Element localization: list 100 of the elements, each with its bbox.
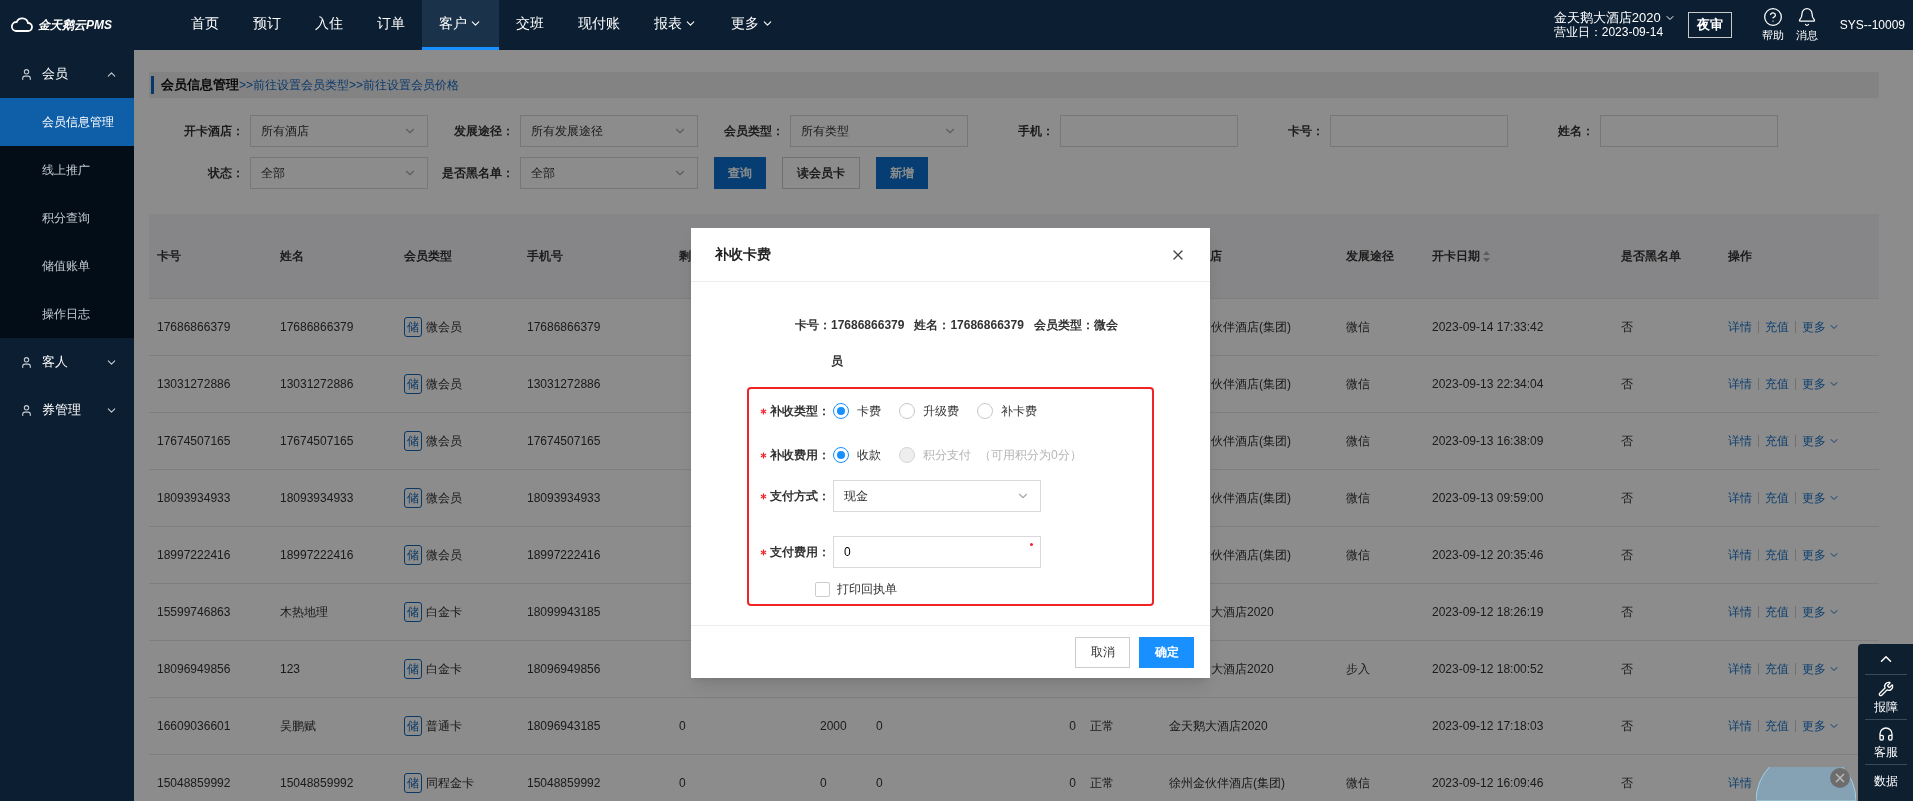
row-action-link[interactable]: 更多 — [1795, 663, 1846, 675]
checkbox[interactable] — [815, 581, 830, 597]
select-field[interactable]: 全部 — [250, 157, 428, 189]
radio-button[interactable] — [833, 447, 849, 463]
table-cell: 18093934933 — [157, 491, 231, 505]
nav-tab[interactable]: 入住 — [298, 0, 360, 50]
select-field[interactable]: 全部 — [520, 157, 698, 189]
tool-label[interactable]: 客服 — [1873, 744, 1898, 760]
select-field[interactable]: 所有类型 — [790, 115, 968, 147]
required-icon — [760, 548, 767, 556]
breadcrumb-link[interactable]: >>前往设置会员类型 — [239, 76, 349, 94]
select-field[interactable]: 所有发展途径 — [520, 115, 698, 147]
row-action-link[interactable]: 更多 — [1795, 378, 1846, 390]
breadcrumb-link[interactable]: >>前往设置会员价格 — [349, 76, 460, 94]
row-action-link[interactable]: 充值 — [1758, 435, 1795, 447]
row-action-link[interactable]: 详情 — [1728, 606, 1758, 618]
sidebar-group[interactable]: 客人 — [0, 338, 134, 386]
table-cell: 0 — [1069, 719, 1076, 733]
table-cell: 伙伴酒店(集团) — [1211, 491, 1291, 505]
radio-button[interactable] — [977, 403, 993, 419]
table-cell: 否 — [1621, 776, 1633, 790]
field-label: 补收类型： — [770, 403, 830, 420]
table-cell: 吴鹏赋 — [280, 719, 316, 733]
bell-icon[interactable] — [1796, 6, 1817, 27]
table-cell: 伙伴酒店(集团) — [1211, 548, 1291, 562]
confirm-button[interactable]: 确定 — [1139, 636, 1194, 668]
radio-label: 补卡费 — [1001, 403, 1037, 420]
table-cell-text: 微会员 — [426, 490, 462, 507]
radio-label: 升级费 — [923, 403, 959, 420]
business-day: 营业日：2023-09-14 — [1553, 25, 1676, 40]
table-cell-text: 同程金卡 — [426, 775, 474, 792]
table-cell: 2023-09-12 18:26:19 — [1432, 605, 1544, 619]
table-cell: 2023-09-12 17:18:03 — [1432, 719, 1544, 733]
action-button[interactable]: 读会员卡 — [782, 157, 860, 189]
nav-tab[interactable]: 报表 — [637, 0, 714, 50]
sidebar-item[interactable]: 操作日志 — [0, 290, 134, 338]
row-action-link[interactable]: 更多 — [1795, 435, 1846, 447]
headset-icon[interactable] — [1877, 726, 1894, 742]
row-action-link[interactable]: 充值 — [1758, 378, 1795, 390]
row-action-link[interactable]: 详情 — [1728, 663, 1758, 675]
row-action-link[interactable]: 充值 — [1758, 321, 1795, 333]
sidebar-group[interactable]: 会员 — [0, 50, 134, 98]
tool-label[interactable]: 数据 — [1873, 773, 1898, 789]
row-action-link[interactable]: 充值 — [1758, 720, 1795, 732]
user-menu[interactable]: SYS--10009 — [1839, 16, 1905, 34]
sort-icon[interactable] — [1483, 250, 1490, 262]
sidebar-item[interactable]: 会员信息管理 — [0, 98, 134, 146]
radio-button[interactable] — [899, 403, 915, 419]
nav-tab[interactable]: 交班 — [499, 0, 561, 50]
action-button[interactable]: 新增 — [876, 157, 928, 189]
row-action-link[interactable]: 详情 — [1728, 777, 1758, 789]
row-action-link[interactable]: 详情 — [1728, 492, 1758, 504]
table-cell: 大酒店2020 — [1211, 662, 1274, 676]
select-field[interactable]: 所有酒店 — [250, 115, 428, 147]
sidebar-item[interactable]: 线上推广 — [0, 146, 134, 194]
filter-label: 是否黑名单： — [441, 165, 514, 182]
nav-tab[interactable]: 更多 — [714, 0, 791, 50]
row-action-link[interactable]: 更多 — [1795, 492, 1846, 504]
row-action-link[interactable]: 更多 — [1795, 720, 1846, 732]
hotel-name[interactable]: 金天鹅大酒店2020 — [1553, 10, 1661, 25]
nav-tab[interactable]: 现付账 — [561, 0, 637, 50]
row-action-link[interactable]: 更多 — [1795, 549, 1846, 561]
nav-tab[interactable]: 首页 — [174, 0, 236, 50]
table-cell: 伙伴酒店(集团) — [1211, 320, 1291, 334]
table-cell: 13031272886 — [157, 377, 231, 391]
sidebar-group[interactable]: 券管理 — [0, 386, 134, 434]
sidebar-item[interactable]: 储值账单 — [0, 242, 134, 290]
select-field[interactable]: 现金 — [833, 480, 1041, 512]
sidebar-item[interactable]: 积分查询 — [0, 194, 134, 242]
nav-tab[interactable]: 订单 — [360, 0, 422, 50]
column-header: 会员类型 — [404, 248, 452, 265]
wrench-icon[interactable] — [1877, 681, 1894, 697]
row-action-link[interactable]: 更多 — [1795, 321, 1846, 333]
table-cell: 伙伴酒店(集团) — [1211, 377, 1291, 391]
nav-tab[interactable]: 客户 — [422, 0, 499, 50]
row-action-link[interactable]: 详情 — [1728, 720, 1758, 732]
action-button[interactable]: 查询 — [714, 157, 766, 189]
row-action-link[interactable]: 更多 — [1795, 606, 1846, 618]
help-icon[interactable] — [1762, 6, 1783, 27]
nav-tab[interactable]: 预订 — [236, 0, 298, 50]
row-action-link[interactable]: 充值 — [1758, 663, 1795, 675]
table-cell: 18096949856 — [157, 662, 231, 676]
row-action-link[interactable]: 详情 — [1728, 321, 1758, 333]
required-icon — [760, 407, 767, 415]
tool-label[interactable]: 报障 — [1873, 699, 1898, 715]
radio-button[interactable] — [833, 403, 849, 419]
table-cell: 微信 — [1346, 548, 1370, 562]
row-action-link[interactable]: 详情 — [1728, 378, 1758, 390]
stored-value-badge: 储 — [404, 545, 422, 565]
stored-value-badge: 储 — [404, 602, 422, 622]
input-field[interactable]: 0 — [833, 536, 1041, 568]
row-action-link[interactable]: 充值 — [1758, 606, 1795, 618]
row-action-link[interactable]: 详情 — [1728, 435, 1758, 447]
cancel-button[interactable]: 取消 — [1075, 636, 1130, 668]
row-action-link[interactable]: 充值 — [1758, 492, 1795, 504]
messages-label: 消息 — [1795, 27, 1818, 43]
row-action-link[interactable]: 充值 — [1758, 549, 1795, 561]
table-cell-text: 微会员 — [426, 319, 462, 336]
row-action-link[interactable]: 详情 — [1728, 549, 1758, 561]
night-audit-button[interactable]: 夜审 — [1687, 12, 1732, 38]
